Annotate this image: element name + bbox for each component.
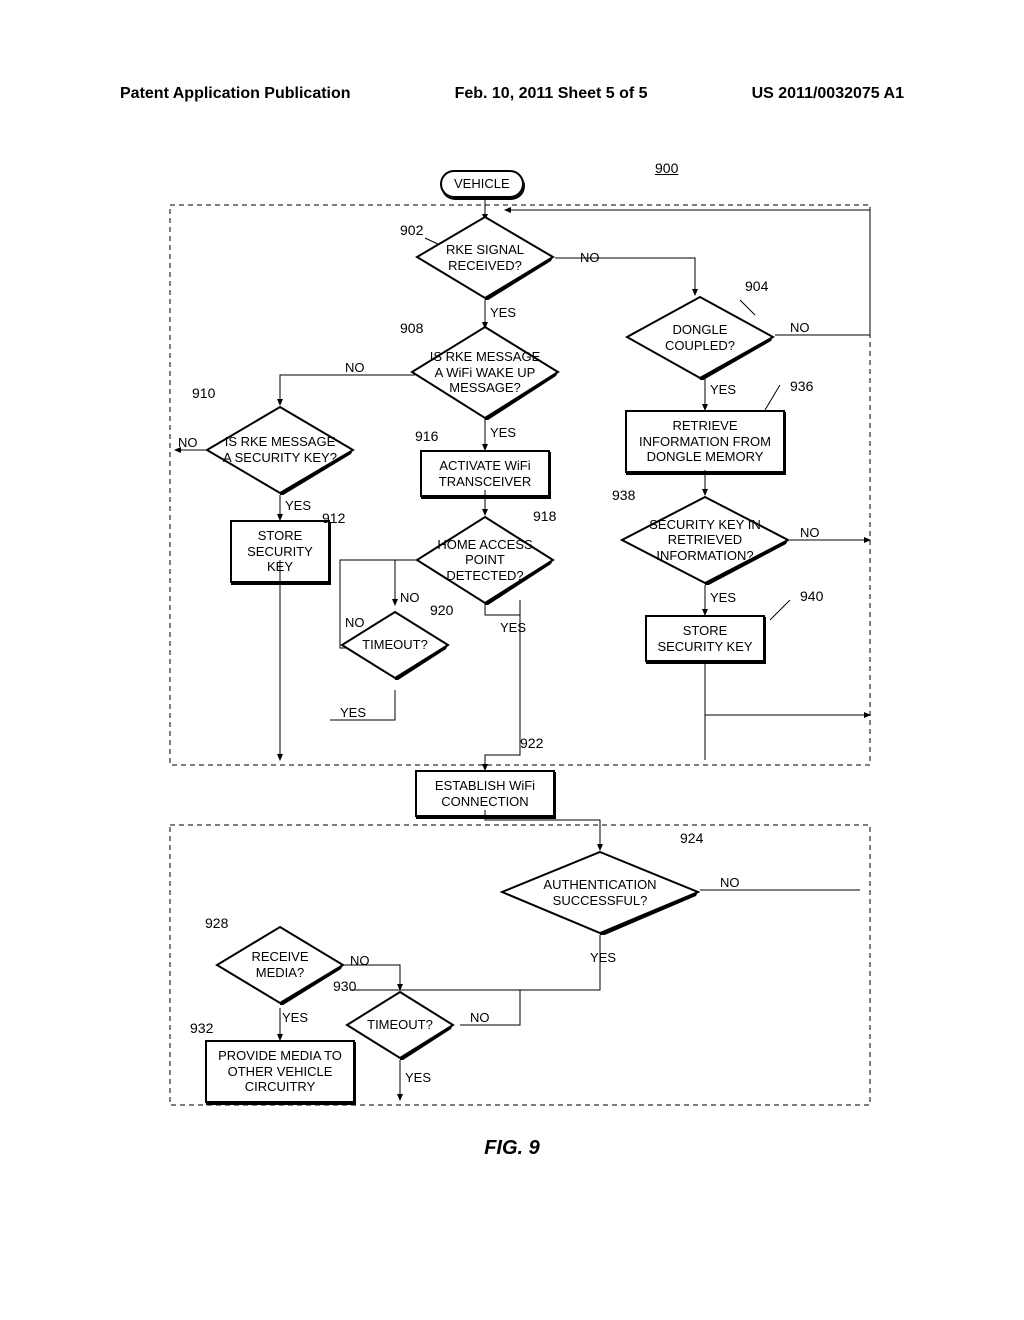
ref-908: 908 <box>400 320 423 336</box>
lbl-924-yes: YES <box>590 950 616 965</box>
page-header: Patent Application Publication Feb. 10, … <box>0 85 1024 103</box>
p932-text: PROVIDE MEDIA TO OTHER VEHICLE CIRCUITRY <box>217 1048 343 1095</box>
ref-902: 902 <box>400 222 423 238</box>
process-932: PROVIDE MEDIA TO OTHER VEHICLE CIRCUITRY <box>205 1040 355 1103</box>
start-label: VEHICLE <box>454 176 510 192</box>
lbl-920-no: NO <box>345 615 365 630</box>
ref-932: 932 <box>190 1020 213 1036</box>
decision-918: HOME ACCESS POINT DETECTED? <box>415 515 555 605</box>
lbl-924-no: NO <box>720 875 740 890</box>
ref-918: 918 <box>533 508 556 524</box>
decision-938: SECURITY KEY IN RETRIEVED INFORMATION? <box>620 495 790 585</box>
d904-text: DONGLE COUPLED? <box>625 322 775 353</box>
lbl-908-yes: YES <box>490 425 516 440</box>
lbl-930-no: NO <box>470 1010 490 1025</box>
lbl-910-yes: YES <box>285 498 311 513</box>
decision-910: IS RKE MESSAGE A SECURITY KEY? <box>205 405 355 495</box>
lbl-910-no: NO <box>178 435 198 450</box>
process-936: RETRIEVE INFORMATION FROM DONGLE MEMORY <box>625 410 785 473</box>
process-922: ESTABLISH WiFi CONNECTION <box>415 770 555 817</box>
d908-text: IS RKE MESSAGE A WiFi WAKE UP MESSAGE? <box>410 349 560 396</box>
flowchart-canvas: VEHICLE RKE SIGNAL RECEIVED? IS RKE MESS… <box>0 160 1024 1160</box>
lbl-918-no: NO <box>400 590 420 605</box>
decision-904: DONGLE COUPLED? <box>625 295 775 380</box>
figure-caption: FIG. 9 <box>0 1137 1024 1160</box>
process-940: STORE SECURITY KEY <box>645 615 765 662</box>
decision-908: IS RKE MESSAGE A WiFi WAKE UP MESSAGE? <box>410 325 560 420</box>
decision-902: RKE SIGNAL RECEIVED? <box>415 215 555 300</box>
ref-938: 938 <box>612 487 635 503</box>
process-912: STORE SECURITY KEY <box>230 520 330 583</box>
lbl-928-yes: YES <box>282 1010 308 1025</box>
lbl-920-yes: YES <box>340 705 366 720</box>
d918-text: HOME ACCESS POINT DETECTED? <box>415 537 555 584</box>
ref-912: 912 <box>322 510 345 526</box>
d938-text: SECURITY KEY IN RETRIEVED INFORMATION? <box>620 517 790 564</box>
header-right: US 2011/0032075 A1 <box>752 85 904 103</box>
lbl-918-yes: YES <box>500 620 526 635</box>
ref-922: 922 <box>520 735 543 751</box>
ref-928: 928 <box>205 915 228 931</box>
lbl-930-yes: YES <box>405 1070 431 1085</box>
p936-text: RETRIEVE INFORMATION FROM DONGLE MEMORY <box>637 418 773 465</box>
ref-910: 910 <box>192 385 215 401</box>
d924-text: AUTHENTICATION SUCCESSFUL? <box>500 877 700 908</box>
header-center: Feb. 10, 2011 Sheet 5 of 5 <box>455 85 648 103</box>
d928-text: RECEIVE MEDIA? <box>215 949 345 980</box>
ref-940: 940 <box>800 588 823 604</box>
terminator-start: VEHICLE <box>440 170 524 198</box>
d902-text: RKE SIGNAL RECEIVED? <box>415 242 555 273</box>
ref-920: 920 <box>430 602 453 618</box>
d910-text: IS RKE MESSAGE A SECURITY KEY? <box>205 434 355 465</box>
lbl-928-no: NO <box>350 953 370 968</box>
decision-930: TIMEOUT? <box>345 990 455 1060</box>
ref-916: 916 <box>415 428 438 444</box>
lbl-908-no: NO <box>345 360 365 375</box>
p922-text: ESTABLISH WiFi CONNECTION <box>427 778 543 809</box>
lbl-938-no: NO <box>800 525 820 540</box>
p912-text: STORE SECURITY KEY <box>242 528 318 575</box>
ref-924: 924 <box>680 830 703 846</box>
process-916: ACTIVATE WiFi TRANSCEIVER <box>420 450 550 497</box>
lbl-902-no: NO <box>580 250 600 265</box>
lbl-902-yes: YES <box>490 305 516 320</box>
p916-text: ACTIVATE WiFi TRANSCEIVER <box>432 458 538 489</box>
lbl-904-yes: YES <box>710 382 736 397</box>
p940-text: STORE SECURITY KEY <box>657 623 753 654</box>
d920-text: TIMEOUT? <box>348 637 442 653</box>
ref-900: 900 <box>655 160 678 176</box>
ref-936: 936 <box>790 378 813 394</box>
ref-904: 904 <box>745 278 768 294</box>
header-left: Patent Application Publication <box>120 85 351 103</box>
decision-924: AUTHENTICATION SUCCESSFUL? <box>500 850 700 935</box>
d930-text: TIMEOUT? <box>353 1017 447 1033</box>
lbl-938-yes: YES <box>710 590 736 605</box>
lbl-904-no: NO <box>790 320 810 335</box>
decision-928: RECEIVE MEDIA? <box>215 925 345 1005</box>
